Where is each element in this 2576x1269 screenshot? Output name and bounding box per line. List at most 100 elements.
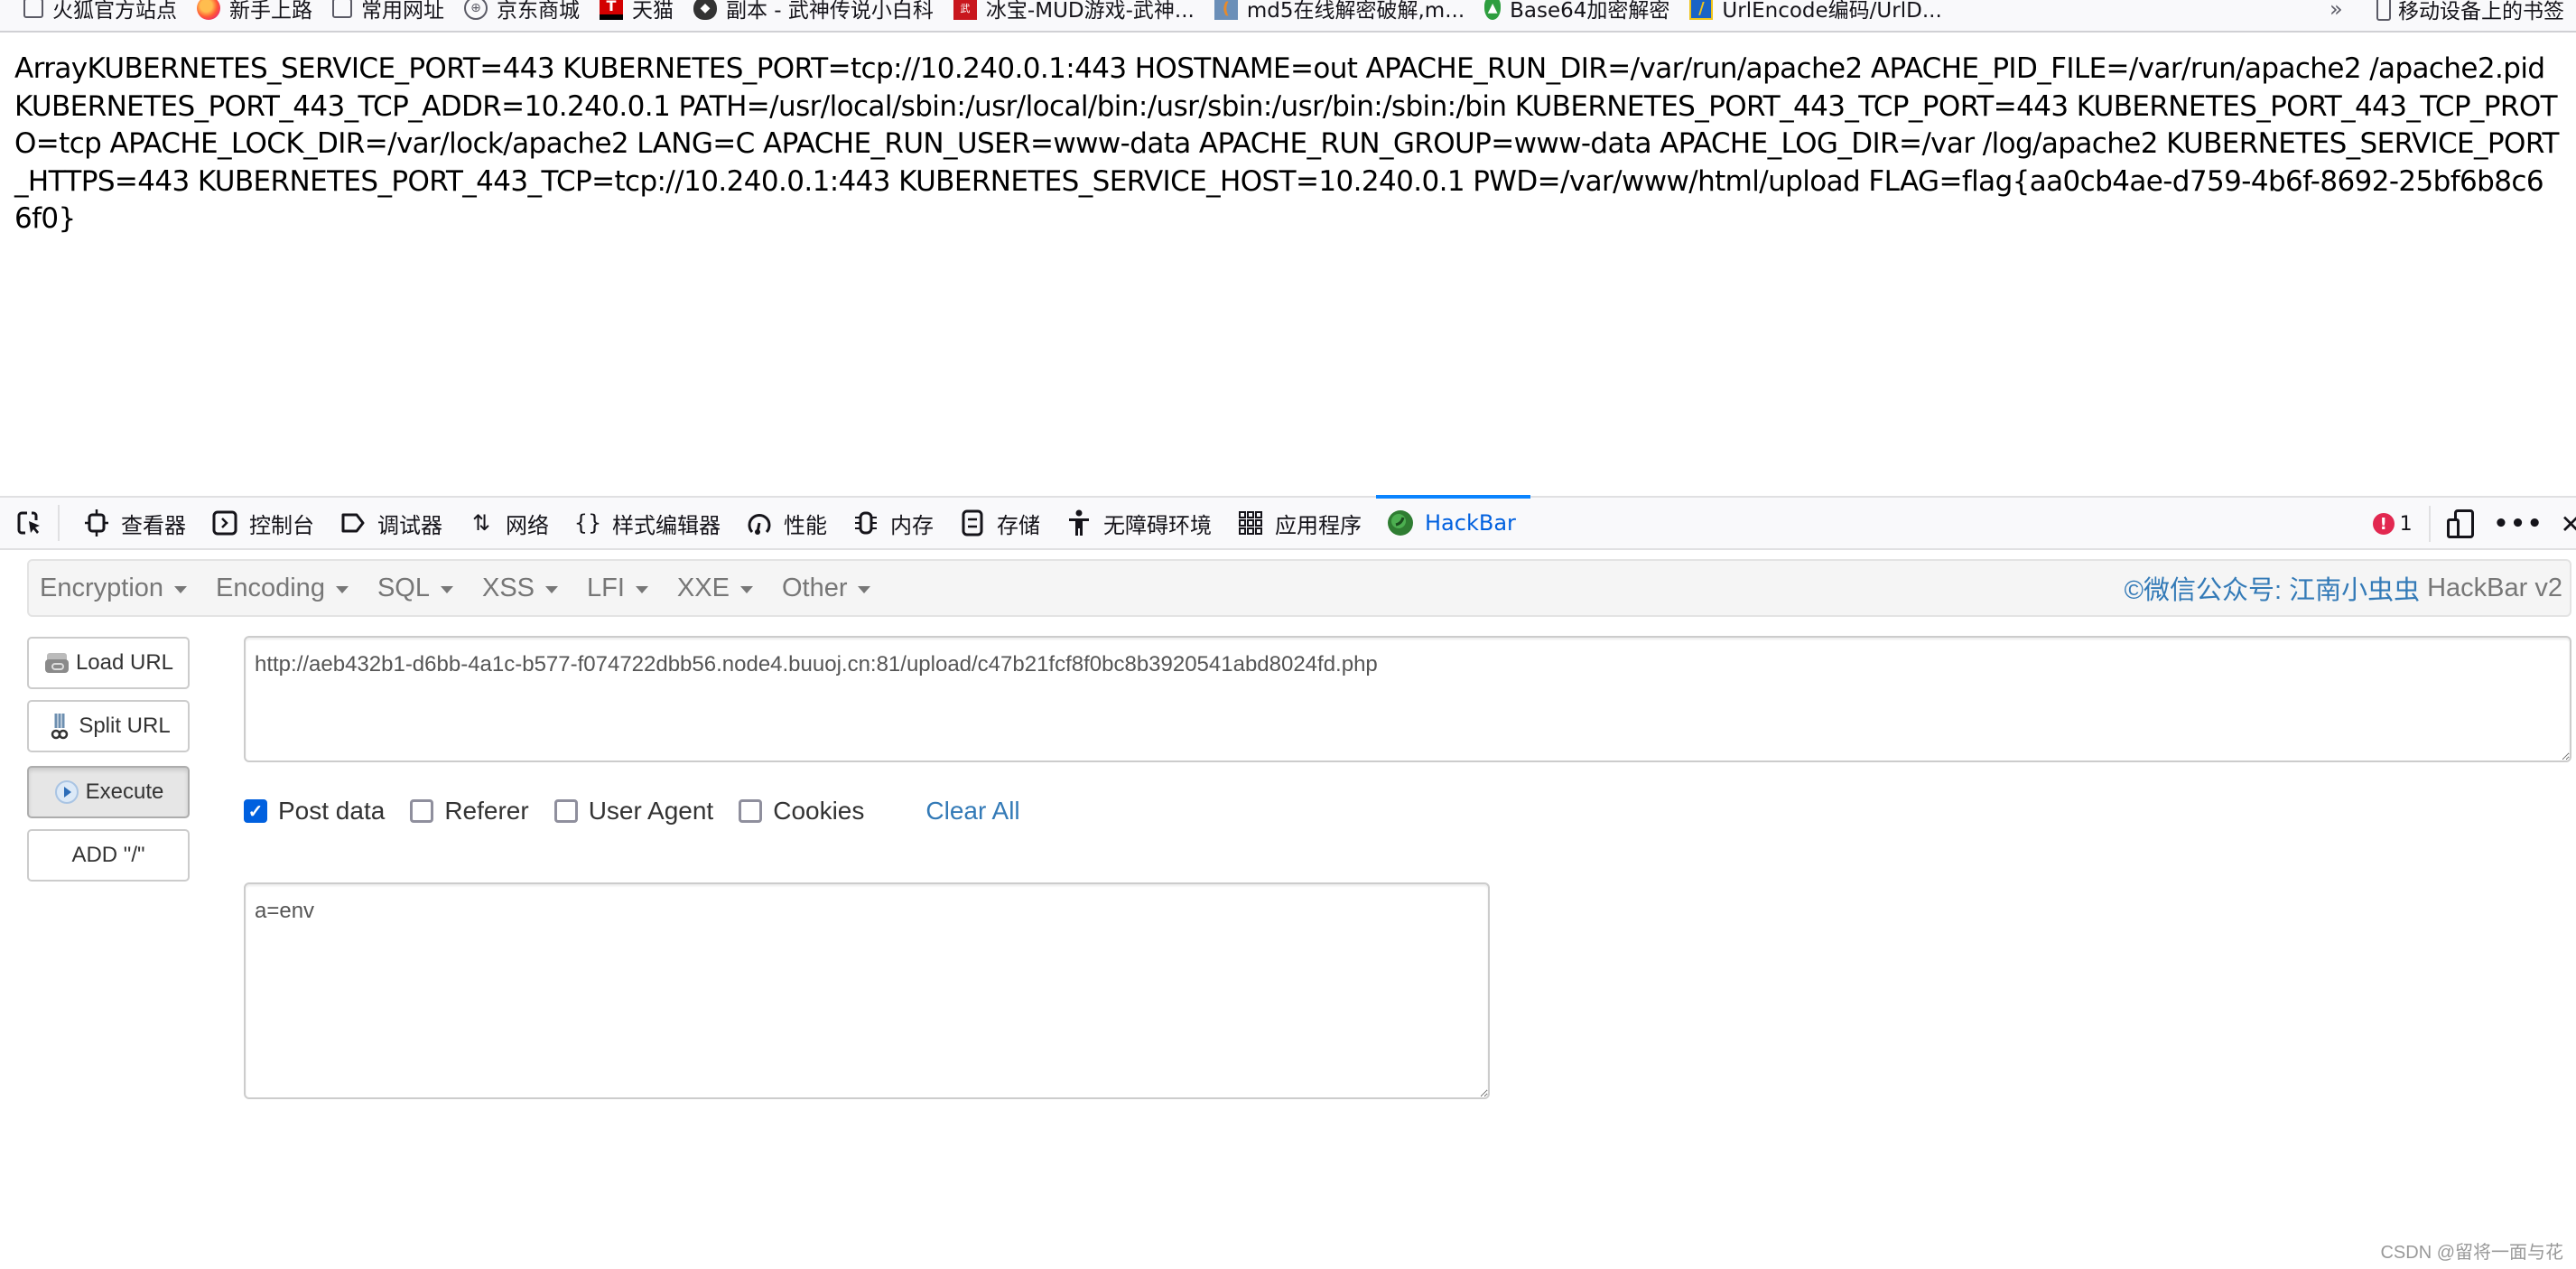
mobile-device-icon <box>2376 0 2391 21</box>
bookmark-item[interactable]: ▲ Base64加密解密 <box>1484 0 1669 24</box>
menu-sql[interactable]: SQL <box>377 561 453 615</box>
toolbar-separator <box>58 505 60 541</box>
tab-accessibility[interactable]: 无障碍环境 <box>1055 497 1226 549</box>
tab-debugger[interactable]: 调试器 <box>329 497 457 549</box>
tab-label: 无障碍环境 <box>1103 512 1212 538</box>
brand-wechat-link[interactable]: ©微信公众号: 江南小虫虫 <box>2125 569 2420 607</box>
caret-down-icon <box>335 586 349 593</box>
user-agent-checkbox[interactable]: User Agent <box>553 797 713 826</box>
brand-version: HackBar v2 <box>2427 573 2562 602</box>
tab-label: 查看器 <box>121 512 186 538</box>
bookmark-item[interactable]: 新手上路 <box>197 0 312 24</box>
caret-down-icon <box>858 586 871 593</box>
shield-icon: ◆ <box>693 0 717 20</box>
console-icon <box>211 509 238 537</box>
menu-lfi[interactable]: LFI <box>587 561 648 615</box>
add-slash-button[interactable]: ADD "/" <box>27 829 190 882</box>
menu-xss[interactable]: XSS <box>482 561 559 615</box>
element-picker-icon <box>17 511 40 535</box>
responsive-design-mode-button[interactable] <box>2446 509 2474 538</box>
bookmarks-overflow-button[interactable]: » <box>2330 0 2343 25</box>
folder-icon <box>23 0 43 18</box>
tab-application[interactable]: 应用程序 <box>1226 497 1376 549</box>
bookmark-label: Base64加密解密 <box>1510 0 1670 23</box>
bookmark-item[interactable]: 火狐官方站点 <box>23 0 177 24</box>
devtools-right-controls: ! 1 ••• ✕ <box>2372 498 2576 550</box>
tab-label: 性能 <box>784 512 827 538</box>
checkbox-unchecked-icon[interactable] <box>739 799 763 823</box>
checkbox-unchecked-icon[interactable] <box>553 799 578 823</box>
request-options: ✓ Post data Referer User Agent Cookies Cl… <box>244 791 1020 831</box>
bookmark-label: 新手上路 <box>229 0 312 23</box>
load-url-button[interactable]: Load URL <box>27 637 190 689</box>
post-data-checkbox[interactable]: ✓ Post data <box>244 797 385 826</box>
devtools-toolbar: 查看器 控制台 调试器 ⇅ 网络 {} 样式编辑器 性能 内存 存储 无障碍环境 应… <box>0 495 2576 550</box>
menu-encryption[interactable]: Encryption <box>40 561 188 615</box>
tab-inspector[interactable]: 查看器 <box>72 497 200 549</box>
tmall-icon: T <box>600 0 623 20</box>
tab-label: 网络 <box>506 512 549 538</box>
tab-hackbar[interactable]: HackBar <box>1376 495 1530 549</box>
mobile-bookmarks-label: 移动设备上的书签 <box>2398 0 2564 23</box>
referer-checkbox[interactable]: Referer <box>410 797 529 826</box>
bookmarks-toolbar: 火狐官方站点 新手上路 常用网址 ⊕ 京东商城 T 天猫 ◆ 副本 - 武神传说小白科… <box>0 0 2576 33</box>
tab-memory[interactable]: 内存 <box>842 497 948 549</box>
base64-icon: ▲ <box>1484 0 1502 20</box>
bookmark-label: UrlEncode编码/UrlD... <box>1722 0 1942 23</box>
error-count: 1 <box>2399 512 2413 536</box>
hackbar-icon <box>1387 509 1414 537</box>
tab-label: 调试器 <box>377 512 442 538</box>
menu-encoding[interactable]: Encoding <box>216 561 349 615</box>
checkbox-unchecked-icon[interactable] <box>410 799 434 823</box>
accessibility-icon <box>1065 509 1093 537</box>
bookmark-label: md5在线解密破解,m... <box>1246 0 1465 23</box>
checkbox-checked-icon[interactable]: ✓ <box>244 799 267 823</box>
hackbar-brand: ©微信公众号: 江南小虫虫 HackBar v2 <box>2125 561 2562 615</box>
bookmark-item[interactable]: ◆ 副本 - 武神传说小白科 <box>693 0 934 24</box>
bookmark-item[interactable]: 武冰宝-MUD游戏-武神... <box>953 0 1195 24</box>
close-devtools-button[interactable]: ✕ <box>2561 509 2576 539</box>
tab-performance[interactable]: 性能 <box>735 497 842 549</box>
bookmark-item[interactable]: 常用网址 <box>332 0 444 24</box>
more-options-button[interactable]: ••• <box>2494 510 2544 537</box>
tab-label: 控制台 <box>249 512 314 538</box>
network-icon: ⇅ <box>471 510 491 536</box>
menu-xxe[interactable]: XXE <box>677 561 753 615</box>
memory-icon <box>852 509 879 537</box>
execute-button[interactable]: Execute <box>27 766 190 818</box>
tab-network[interactable]: ⇅ 网络 <box>457 497 563 549</box>
bookmark-item[interactable]: (md5在线解密破解,m... <box>1214 0 1465 24</box>
caret-down-icon <box>174 586 188 593</box>
clear-all-link[interactable]: Clear All <box>925 797 1019 826</box>
bookmark-label: 冰宝-MUD游戏-武神... <box>985 0 1195 23</box>
menu-other[interactable]: Other <box>782 561 871 615</box>
page-output-text: ArrayKUBERNETES_SERVICE_PORT=443 KUBERNE… <box>14 52 2559 236</box>
post-data-input[interactable]: a=env <box>244 882 1490 1099</box>
error-count-badge[interactable]: ! 1 <box>2372 512 2413 536</box>
tab-storage[interactable]: 存储 <box>948 497 1055 549</box>
performance-icon <box>746 509 773 537</box>
load-url-icon <box>43 649 70 676</box>
tab-label: 应用程序 <box>1275 512 1362 538</box>
watermark: CSDN @留将一面与花 <box>2380 1243 2563 1263</box>
tab-console[interactable]: 控制台 <box>200 497 329 549</box>
caret-down-icon <box>635 586 648 593</box>
application-icon <box>1237 509 1264 537</box>
mobile-bookmarks-folder[interactable]: 移动设备上的书签 <box>2376 0 2564 25</box>
urlencode-icon: / <box>1689 0 1714 20</box>
bookmark-item[interactable]: / UrlEncode编码/UrlD... <box>1689 0 1942 24</box>
cookies-checkbox[interactable]: Cookies <box>739 797 864 826</box>
url-input[interactable]: http://aeb432b1-d6bb-4a1c-b577-f074722db… <box>244 636 2571 762</box>
tab-style-editor[interactable]: {} 样式编辑器 <box>563 497 735 549</box>
tab-label: 存储 <box>997 512 1040 538</box>
element-picker-button[interactable] <box>14 508 45 538</box>
caret-down-icon <box>739 586 753 593</box>
style-editor-icon: {} <box>573 510 602 536</box>
bookmark-item[interactable]: T 天猫 <box>600 0 674 24</box>
toolbar-separator <box>2428 506 2431 542</box>
debugger-icon <box>339 509 367 537</box>
bookmark-item[interactable]: ⊕ 京东商城 <box>464 0 580 24</box>
bookmark-label: 常用网址 <box>361 0 444 23</box>
scissors-icon <box>46 713 73 740</box>
split-url-button[interactable]: Split URL <box>27 700 190 752</box>
